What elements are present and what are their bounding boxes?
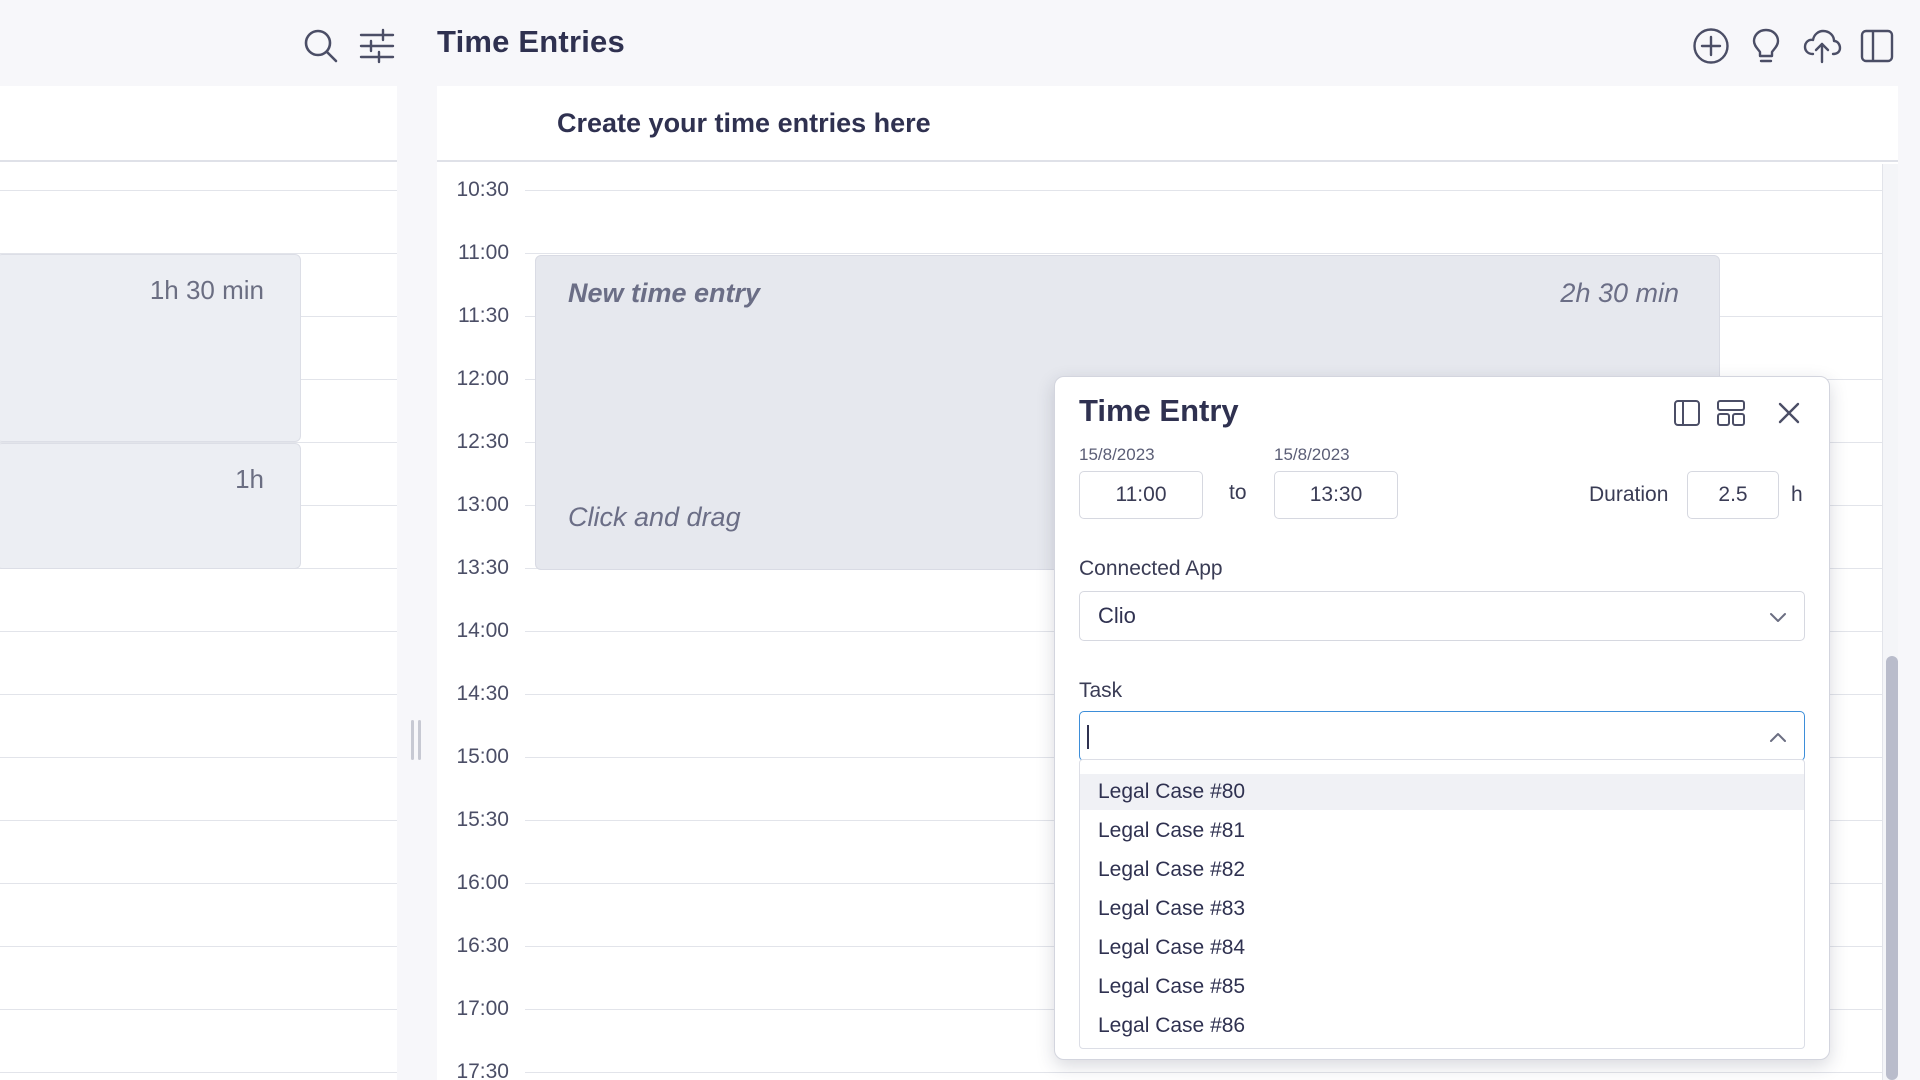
task-option[interactable]: Legal Case #86 [1080,1008,1804,1044]
grid-line [525,253,1882,254]
time-label: 11:30 [458,304,509,327]
new-entry-duration: 2h 30 min [1560,278,1679,308]
left-calendar-panel: 1h 30 min 1h [0,86,397,1080]
time-label: 13:30 [456,556,509,579]
time-label: 12:00 [456,367,509,390]
grid-line [525,1072,1882,1073]
grid-line [0,694,397,695]
calendar-scrollbar[interactable] [1882,164,1898,1080]
connected-app-value: Clio [1098,603,1136,628]
time-label: 10:30 [456,178,509,201]
time-label: 14:00 [456,619,509,642]
time-label: 16:30 [456,934,509,957]
entry-duration: 1h 30 min [149,275,264,305]
page-title: Time Entries [437,24,625,59]
close-icon[interactable] [1769,393,1809,433]
duration-input[interactable]: 2.5 [1687,471,1779,519]
to-label: to [1229,481,1247,504]
task-option[interactable]: Legal Case #82 [1080,852,1804,888]
grid-line [0,820,397,821]
search-icon[interactable] [301,26,341,66]
chevron-down-icon [1766,605,1790,629]
start-time-input[interactable]: 11:00 [1079,471,1203,519]
task-option[interactable]: Legal Case #81 [1080,813,1804,849]
new-entry-hint: Click and drag [568,502,741,532]
sidebar-panel-icon[interactable] [1857,26,1897,66]
task-options-dropdown: Legal Case #80 Legal Case #81 Legal Case… [1079,759,1805,1049]
top-bar: Time Entries [0,0,1920,86]
grid-line [0,1009,397,1010]
task-option[interactable]: Legal Case #83 [1080,891,1804,927]
filter-sliders-icon[interactable] [357,26,397,66]
time-label: 14:30 [456,682,509,705]
end-time-input[interactable]: 13:30 [1274,471,1398,519]
time-label: 17:00 [456,997,509,1020]
time-label: 11:00 [458,241,509,264]
duration-unit: h [1791,483,1803,506]
layout-icon[interactable] [1711,393,1751,433]
grid-line [0,631,397,632]
time-label: 15:00 [456,745,509,768]
chevron-up-icon[interactable] [1766,725,1790,749]
calendar-subtitle: Create your time entries here [557,108,931,138]
grid-line [0,946,397,947]
grid-line [0,757,397,758]
start-date-label: 15/8/2023 [1079,445,1155,464]
task-search-input[interactable] [1079,711,1805,761]
left-panel-header [0,86,397,162]
time-entry-block[interactable]: 1h 30 min [0,254,301,442]
grid-line [0,1072,397,1073]
cloud-upload-icon[interactable] [1802,26,1842,66]
entry-duration: 1h [235,464,264,494]
text-cursor [1087,725,1089,749]
time-entry-dialog: Time Entry 15/8/2023 15/8/2023 11:00 to … [1054,376,1830,1060]
task-label: Task [1079,679,1123,702]
panel-resize-handle[interactable] [411,720,421,760]
grid-line [0,883,397,884]
time-label: 13:00 [456,493,509,516]
time-label: 15:30 [456,808,509,831]
time-label: 17:30 [456,1060,509,1080]
grid-line [0,190,397,191]
time-label: 16:00 [456,871,509,894]
task-option[interactable]: Legal Case #80 [1080,774,1804,810]
split-view-icon[interactable] [1667,393,1707,433]
end-date-label: 15/8/2023 [1274,445,1350,464]
lightbulb-icon[interactable] [1746,26,1786,66]
time-entry-block[interactable]: 1h [0,443,301,569]
calendar-header: Create your time entries here [437,86,1898,162]
dialog-title: Time Entry [1079,393,1239,428]
new-entry-title: New time entry [568,278,761,308]
task-option[interactable]: Legal Case #84 [1080,930,1804,966]
connected-app-select[interactable]: Clio [1079,591,1805,641]
time-label: 12:30 [456,430,509,453]
task-option[interactable]: Legal Case #85 [1080,969,1804,1005]
connected-app-label: Connected App [1079,557,1223,580]
add-circle-icon[interactable] [1691,26,1731,66]
scrollbar-thumb[interactable] [1886,656,1898,1080]
duration-label: Duration [1589,483,1669,506]
grid-line [525,190,1882,191]
